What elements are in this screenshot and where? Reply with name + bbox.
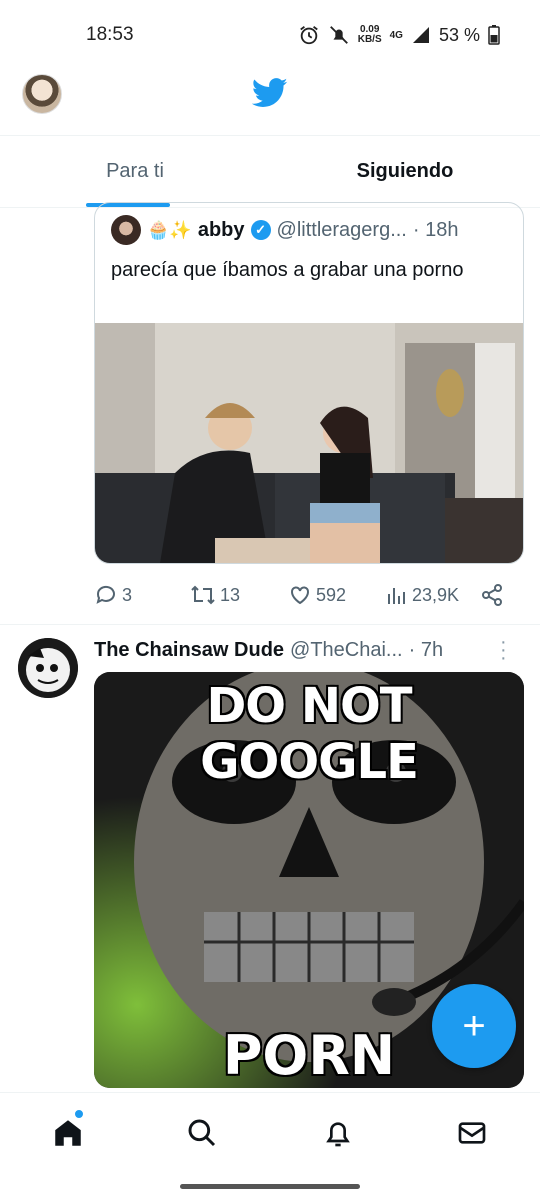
battery-icon <box>488 25 500 45</box>
more-options-icon[interactable]: · · · <box>500 632 507 668</box>
quoted-author-handle: @littleragerg... <box>276 218 407 241</box>
share-button[interactable] <box>480 583 504 607</box>
verified-badge-icon: ✓ <box>250 220 271 240</box>
network-speed: 0.09 KB/S <box>357 24 382 45</box>
nav-notifications[interactable] <box>318 1113 358 1153</box>
views-icon <box>388 588 405 604</box>
quoted-tweet-header: 🧁✨ abby ✓ @littleragerg... · 18h <box>111 215 458 245</box>
heart-icon <box>291 586 309 605</box>
author-emojis: 🧁✨ <box>147 219 192 240</box>
timeline-tabs: Para ti Siguiendo <box>0 136 540 208</box>
nav-search[interactable] <box>182 1113 222 1153</box>
status-icons: 0.09 KB/S 4G 53 % <box>298 20 500 50</box>
status-time: 18:53 <box>86 24 134 45</box>
mail-icon <box>458 1122 486 1144</box>
views-button[interactable]: 23,9K <box>386 584 459 606</box>
like-button[interactable]: 592 <box>288 583 346 607</box>
plus-icon: + <box>462 1003 486 1048</box>
search-icon <box>188 1119 216 1147</box>
tweet-header: The Chainsaw Dude @TheChai... · 7h <box>94 636 443 664</box>
top-app-bar <box>0 64 540 136</box>
tweet-divider <box>0 624 540 625</box>
retweet-button[interactable]: 13 <box>190 583 240 607</box>
retweet-icon <box>191 585 215 605</box>
quoted-author-name: abby <box>197 218 245 241</box>
reply-button[interactable]: 3 <box>94 583 132 607</box>
nav-messages[interactable] <box>452 1113 492 1153</box>
home-icon <box>55 1120 81 1146</box>
tab-para-ti[interactable]: Para ti <box>0 136 270 207</box>
tab-siguiendo[interactable]: Siguiendo <box>270 136 540 207</box>
tweet-author-name[interactable]: The Chainsaw Dude <box>94 639 284 662</box>
quoted-tweet-card[interactable]: 🧁✨ abby ✓ @littleragerg... · 18h parecía… <box>94 202 524 564</box>
meme-top-text: DO NOT GOOGLE <box>200 678 419 790</box>
quoted-tweet-image[interactable] <box>95 323 524 564</box>
quoted-author-avatar <box>111 215 141 245</box>
bell-icon <box>326 1122 350 1147</box>
quoted-tweet-text: parecía que íbamos a grabar una porno <box>111 259 464 281</box>
tweet-author-avatar[interactable] <box>18 638 78 698</box>
twitter-bird-icon[interactable] <box>252 78 288 108</box>
reply-icon <box>96 585 115 604</box>
quoted-tweet-time: · 18h <box>412 218 459 241</box>
tweet-actions: 3 13 592 23,9K <box>94 580 524 610</box>
tweet-author-handle: @TheChai... <box>290 638 403 661</box>
battery-percent: 53 % <box>438 24 480 45</box>
nav-home[interactable] <box>48 1113 88 1153</box>
signal-icon <box>412 27 429 43</box>
network-type: 4G <box>389 29 403 41</box>
alarm-icon <box>299 26 318 45</box>
status-bar: 18:53 0.09 KB/S 4G 53 % <box>0 0 540 64</box>
tweet-time: · 7h <box>408 638 444 661</box>
gesture-bar[interactable] <box>180 1184 360 1189</box>
compose-tweet-button[interactable]: + <box>432 984 516 1068</box>
share-icon <box>482 584 502 606</box>
profile-avatar[interactable] <box>22 74 62 114</box>
mute-bell-icon <box>329 26 348 44</box>
notification-dot <box>74 1109 84 1119</box>
